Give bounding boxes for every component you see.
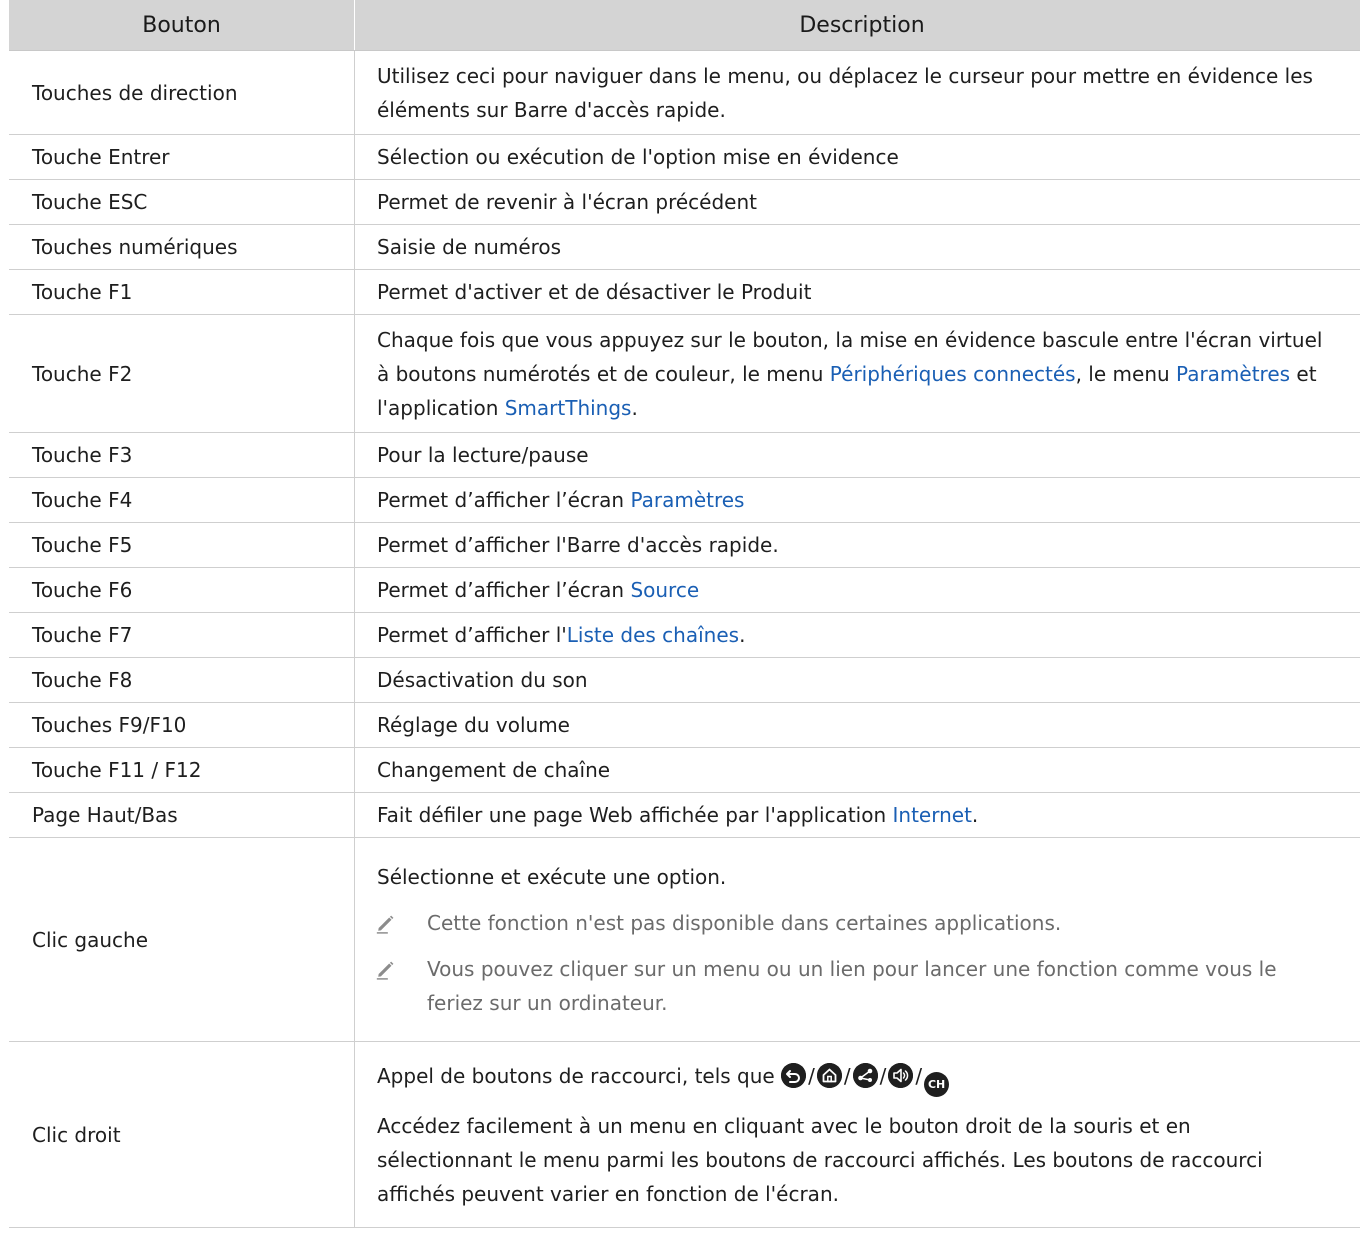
table-row: Touche F6 Permet d’afficher l’écran Sour… — [9, 567, 1360, 613]
shortcut-line: Appel de boutons de raccourci, tels que … — [377, 1059, 1329, 1097]
table-row: Touche F4 Permet d’afficher l’écran Para… — [9, 477, 1360, 523]
row-key: Touche F11 / F12 — [9, 747, 355, 793]
desc-text: Permet d’afficher l' — [377, 623, 567, 647]
desc-text: Appel de boutons de raccourci, tels que — [377, 1063, 775, 1088]
table-row: Touches F9/F10 Réglage du volume — [9, 702, 1360, 748]
desc-text: Accédez facilement à un menu en cliquant… — [377, 1113, 1263, 1206]
row-key: Clic droit — [9, 1041, 355, 1228]
row-key: Touche ESC — [9, 179, 355, 225]
link-internet[interactable]: Internet — [893, 803, 972, 827]
row-description: Pour la lecture/pause — [354, 432, 1360, 478]
separator: / — [879, 1063, 887, 1088]
desc-text: . — [971, 803, 979, 827]
note-text: Vous pouvez cliquer sur un menu ou un li… — [427, 956, 1277, 1015]
row-description: Permet de revenir à l'écran précédent — [354, 179, 1360, 225]
table-row: Touches numériques Saisie de numéros — [9, 224, 1360, 270]
row-key: Touche F1 — [9, 269, 355, 315]
link-liste-des-chaines[interactable]: Liste des chaînes — [567, 623, 739, 647]
table-row: Touche F7 Permet d’afficher l'Liste des … — [9, 612, 1360, 658]
note: Vous pouvez cliquer sur un menu ou un li… — [376, 952, 1329, 1020]
pencil-note-icon — [376, 915, 394, 934]
row-description: Permet d’afficher l'Liste des chaînes. — [354, 612, 1360, 658]
row-description: Sélection ou exécution de l'option mise … — [354, 134, 1360, 180]
row-key: Touche F2 — [9, 314, 355, 433]
row-description: Désactivation du son — [354, 657, 1360, 703]
row-key: Touche F6 — [9, 567, 355, 613]
table-row: Touche F8 Désactivation du son — [9, 657, 1360, 703]
share-icon — [852, 1062, 878, 1088]
row-description: Permet d’afficher l'Barre d'accès rapide… — [354, 522, 1360, 568]
table-header-row: Bouton Description — [9, 0, 1360, 51]
row-description: Changement de chaîne — [354, 747, 1360, 793]
row-description: Sélectionne et exécute une option. Cette… — [354, 837, 1360, 1042]
table-row: Touche ESC Permet de revenir à l'écran p… — [9, 179, 1360, 225]
desc-text: Sélectionne et exécute une option. — [377, 864, 727, 889]
channel-icon: CH — [924, 1071, 950, 1097]
row-key: Touche Entrer — [9, 134, 355, 180]
row-key: Touches F9/F10 — [9, 702, 355, 748]
desc-text: . — [631, 395, 638, 420]
home-icon — [816, 1062, 842, 1088]
link-parametres[interactable]: Paramètres — [1176, 362, 1290, 386]
desc-text: , le menu — [1075, 361, 1177, 386]
row-description: Appel de boutons de raccourci, tels que … — [354, 1041, 1360, 1228]
header-button: Bouton — [9, 0, 355, 51]
table-row: Touche F2 Chaque fois que vous appuyez s… — [9, 314, 1360, 433]
row-key: Touches de direction — [9, 50, 355, 135]
desc-text: Permet d’afficher l’écran — [377, 578, 631, 602]
keyboard-buttons-table: Bouton Description Touches de direction … — [9, 0, 1360, 1228]
row-description: Permet d’afficher l’écran Paramètres — [354, 477, 1360, 523]
row-key: Clic gauche — [9, 837, 355, 1042]
separator: / — [808, 1063, 815, 1088]
row-key: Touche F8 — [9, 657, 355, 703]
row-description: Chaque fois que vous appuyez sur le bout… — [354, 314, 1360, 433]
row-key: Touche F5 — [9, 522, 355, 568]
link-peripheriques-connectes[interactable]: Périphériques connectés — [830, 362, 1076, 386]
row-description: Réglage du volume — [354, 702, 1360, 748]
table-row: Touches de direction Utilisez ceci pour … — [9, 50, 1360, 135]
desc-text: Permet d’afficher l’écran — [377, 488, 631, 512]
pencil-note-icon — [376, 961, 394, 980]
link-parametres[interactable]: Paramètres — [630, 488, 744, 512]
row-description: Fait défiler une page Web affichée par l… — [354, 792, 1360, 838]
table-row: Touche F3 Pour la lecture/pause — [9, 432, 1360, 478]
link-smartthings[interactable]: SmartThings — [505, 396, 632, 420]
row-key: Touche F7 — [9, 612, 355, 658]
table-row: Touche Entrer Sélection ou exécution de … — [9, 134, 1360, 180]
row-description: Permet d'activer et de désactiver le Pro… — [354, 269, 1360, 315]
table-row: Touche F11 / F12 Changement de chaîne — [9, 747, 1360, 793]
table-row: Clic gauche Sélectionne et exécute une o… — [9, 837, 1360, 1042]
row-key: Touche F3 — [9, 432, 355, 478]
note: Cette fonction n'est pas disponible dans… — [376, 906, 1329, 940]
link-source[interactable]: Source — [630, 578, 699, 602]
table-row: Touche F5 Permet d’afficher l'Barre d'ac… — [9, 522, 1360, 568]
back-icon — [781, 1062, 807, 1088]
row-key: Page Haut/Bas — [9, 792, 355, 838]
note-text: Cette fonction n'est pas disponible dans… — [427, 910, 1062, 935]
desc-text: Fait défiler une page Web affichée par l… — [377, 803, 893, 827]
row-key: Touches numériques — [9, 224, 355, 270]
row-description: Saisie de numéros — [354, 224, 1360, 270]
row-key: Touche F4 — [9, 477, 355, 523]
row-description: Permet d’afficher l’écran Source — [354, 567, 1360, 613]
table-row: Clic droit Appel de boutons de raccourci… — [9, 1041, 1360, 1228]
table-row: Touche F1 Permet d'activer et de désacti… — [9, 269, 1360, 315]
separator: / — [843, 1063, 851, 1088]
table-row: Page Haut/Bas Fait défiler une page Web … — [9, 792, 1360, 838]
separator: / — [915, 1063, 923, 1088]
row-description: Utilisez ceci pour naviguer dans le menu… — [354, 50, 1360, 135]
desc-text: . — [739, 623, 746, 647]
volume-icon — [888, 1062, 914, 1088]
header-description: Description — [354, 0, 1360, 51]
